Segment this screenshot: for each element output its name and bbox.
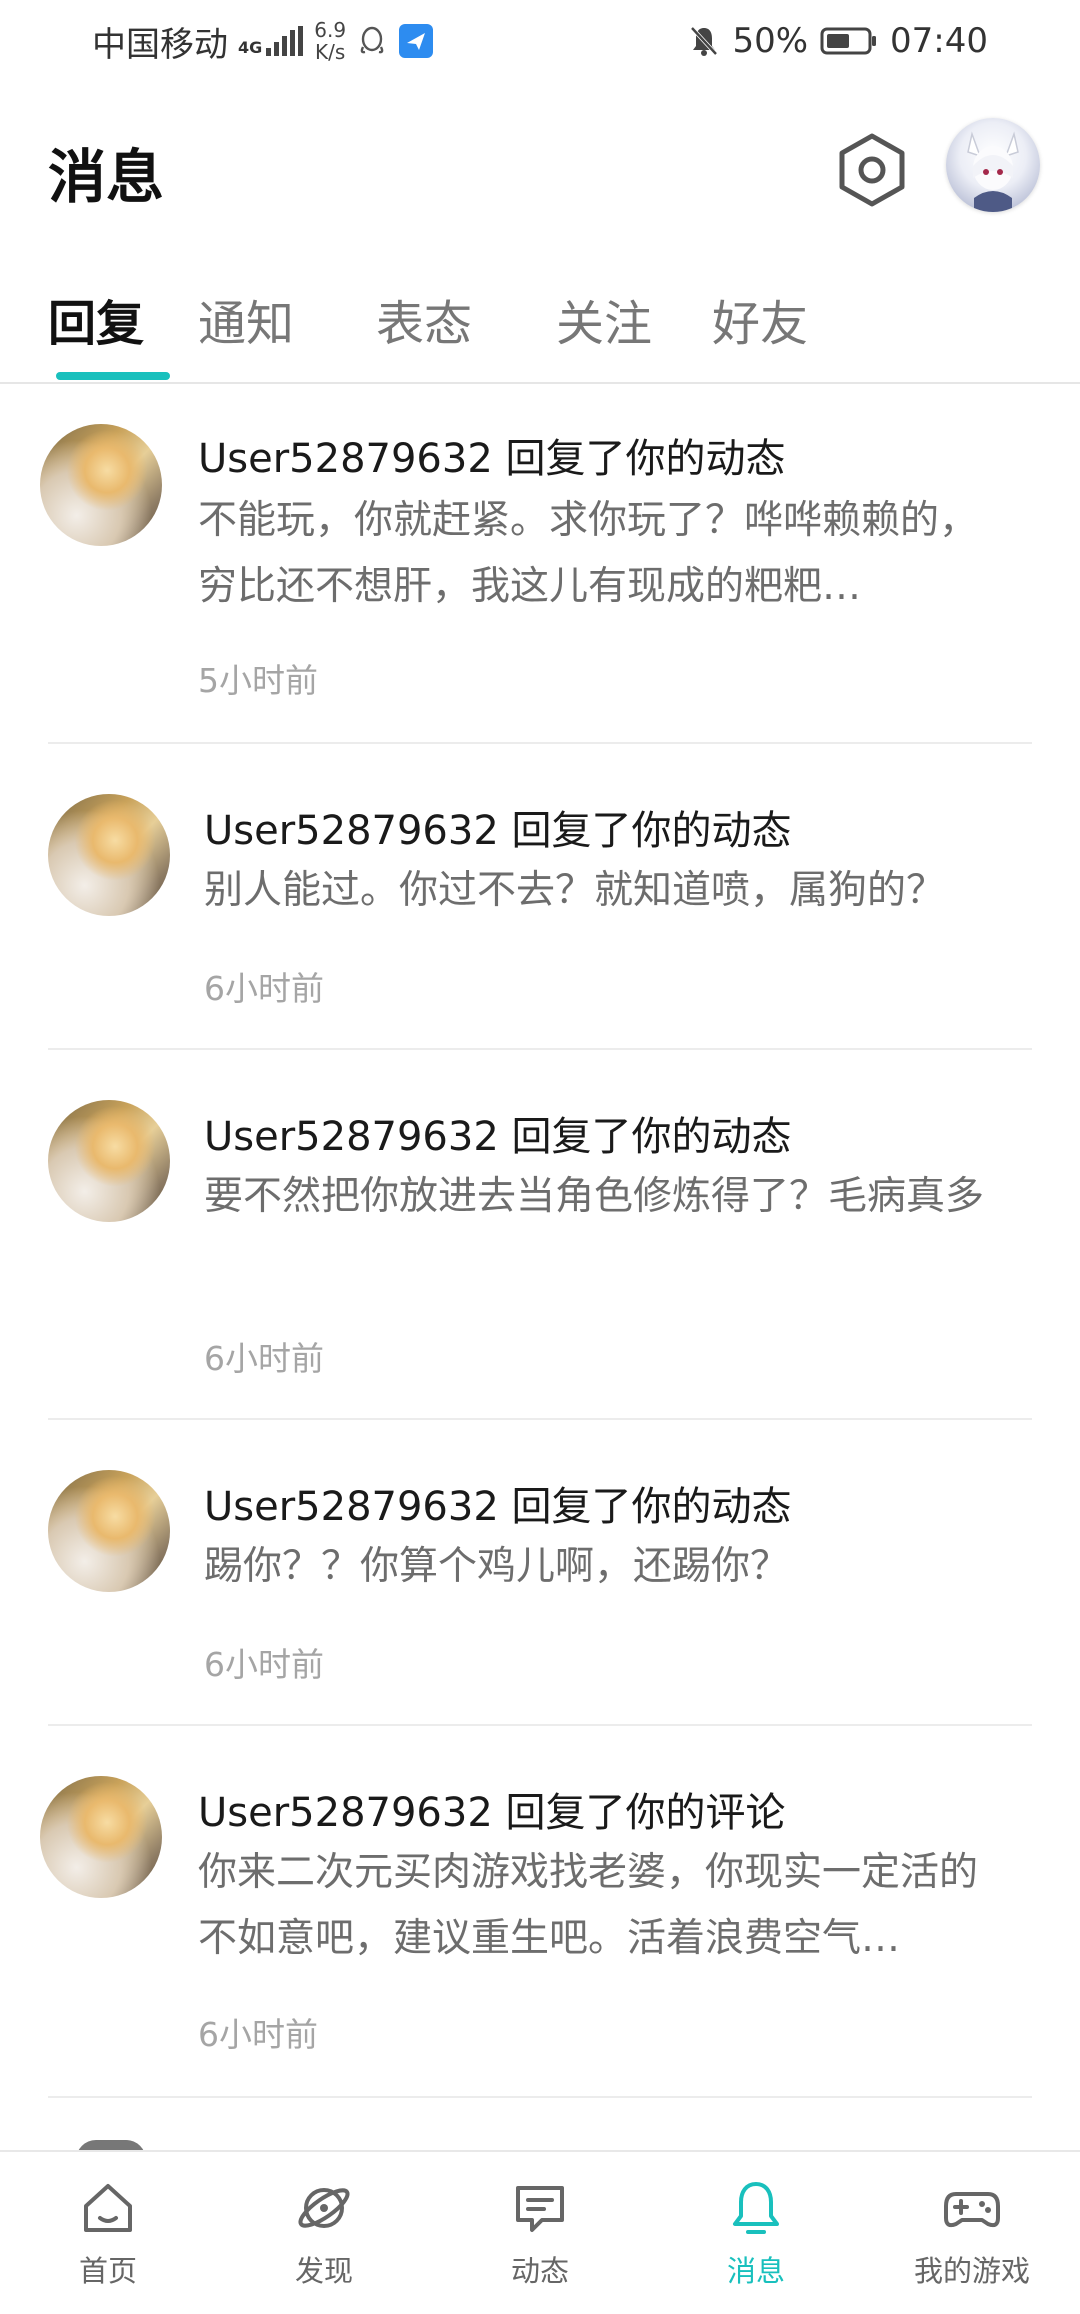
message-item[interactable]: User52879632 回复了你的动态 别人能过。你过不去？就知道喷，属狗的？…: [0, 744, 1080, 1050]
message-title: User52879632 回复了你的动态: [204, 1114, 792, 1160]
network-speed: 6.9 K/s: [314, 19, 346, 63]
header: 消息: [0, 100, 1080, 240]
message-body: 要不然把你放进去当角色修炼得了？毛病真多: [204, 1174, 985, 1219]
tab-reactions[interactable]: 表态: [376, 284, 472, 354]
message-body: 踢你？？你算个鸡儿啊，还踢你？: [204, 1544, 790, 1589]
signal-icon: [266, 26, 304, 56]
net-speed-unit: K/s: [315, 40, 346, 64]
nav-label-messages: 消息: [726, 2254, 785, 2288]
message-tabs: 回复 通知 表态 关注 好友: [0, 270, 1080, 384]
message-title: User52879632 回复了你的动态: [198, 436, 786, 482]
battery-percent: 50%: [732, 21, 809, 61]
nav-messages[interactable]: 消息: [686, 2178, 826, 2290]
sender-avatar[interactable]: [40, 1776, 162, 1898]
user-avatar[interactable]: [946, 118, 1040, 212]
home-icon: [84, 2184, 132, 2232]
nav-label-home: 首页: [78, 2254, 137, 2288]
clock: 07:40: [890, 21, 988, 61]
message-item[interactable]: User52879632 回复了你的动态 踢你？？你算个鸡儿啊，还踢你？ 6小时…: [0, 1420, 1080, 1726]
message-time: 6小时前: [204, 969, 324, 1008]
nav-label-my-games: 我的游戏: [913, 2254, 1030, 2288]
net-speed-value: 6.9: [314, 18, 347, 42]
nav-label-feed: 动态: [510, 2254, 569, 2288]
nav-feed[interactable]: 动态: [470, 2178, 610, 2290]
gamepad-icon: [944, 2192, 1000, 2228]
sender-avatar[interactable]: [40, 424, 162, 546]
app-notification-icon: [399, 24, 434, 58]
page-title: 消息: [48, 143, 165, 211]
status-bar-left: 中国移动 4G 6.9 K/s: [92, 17, 444, 66]
status-bar-right: 50% 07:40: [676, 21, 988, 61]
tab-follows[interactable]: 关注: [556, 284, 652, 354]
nav-home[interactable]: 首页: [38, 2178, 178, 2290]
message-time: 6小时前: [204, 1339, 324, 1378]
sender-avatar[interactable]: [48, 1100, 170, 1222]
sender-avatar[interactable]: [48, 1470, 170, 1592]
settings-hexagon-icon: [839, 133, 905, 207]
avatar-image: [967, 131, 1019, 212]
sender-avatar[interactable]: [48, 794, 170, 916]
message-time: 6小时前: [204, 1645, 324, 1684]
message-body: 别人能过。你过不去？就知道喷，属狗的？: [204, 868, 946, 913]
message-item[interactable]: User52879632 回复了你的动态 要不然把你放进去当角色修炼得了？毛病真…: [0, 1050, 1080, 1420]
carrier-name: 中国移动: [92, 24, 228, 65]
message-time: 5小时前: [198, 661, 318, 700]
tab-notifications[interactable]: 通知: [198, 284, 294, 354]
settings-button[interactable]: [828, 126, 916, 214]
nav-label-discover: 发现: [294, 2254, 353, 2288]
battery-icon: [820, 27, 877, 55]
planet-icon: [298, 2188, 350, 2228]
network-type-icon: 4G: [238, 26, 304, 56]
tab-reply[interactable]: 回复: [48, 284, 144, 354]
bottom-navigation: 首页 发现 动态 消息 我的游戏: [0, 2150, 1080, 2314]
message-title: User52879632 回复了你的评论: [198, 1790, 786, 1836]
status-bar: 中国移动 4G 6.9 K/s 50% 07:40: [0, 0, 1080, 82]
chat-icon: [516, 2186, 564, 2232]
divider: [48, 2096, 1032, 2098]
message-time: 6小时前: [198, 2015, 318, 2054]
bell-icon: [733, 2182, 779, 2234]
message-body: 不能玩，你就赶紧。求你玩了？哗哗赖赖的，穷比还不想肝，我这儿有现成的粑粑…: [198, 498, 979, 609]
qq-icon: [360, 26, 384, 54]
message-body: 你来二次元买肉游戏找老婆，你现实一定活的不如意吧，建议重生吧。活着浪费空气…: [198, 1850, 979, 1961]
message-title: User52879632 回复了你的动态: [204, 1484, 792, 1530]
message-item[interactable]: User52879632 回复了你的动态 不能玩，你就赶紧。求你玩了？哗哗赖赖的…: [0, 384, 1080, 744]
nav-discover[interactable]: 发现: [254, 2178, 394, 2290]
message-item[interactable]: User52879632 回复了你的评论 你来二次元买肉游戏找老婆，你现实一定活…: [0, 1726, 1080, 2098]
mute-bell-icon: [690, 26, 718, 56]
message-title: User52879632 回复了你的动态: [204, 808, 792, 854]
network-tag: 4G: [238, 38, 263, 57]
active-tab-indicator: [56, 372, 170, 380]
tab-friends[interactable]: 好友: [712, 284, 808, 354]
nav-my-games[interactable]: 我的游戏: [902, 2178, 1042, 2290]
